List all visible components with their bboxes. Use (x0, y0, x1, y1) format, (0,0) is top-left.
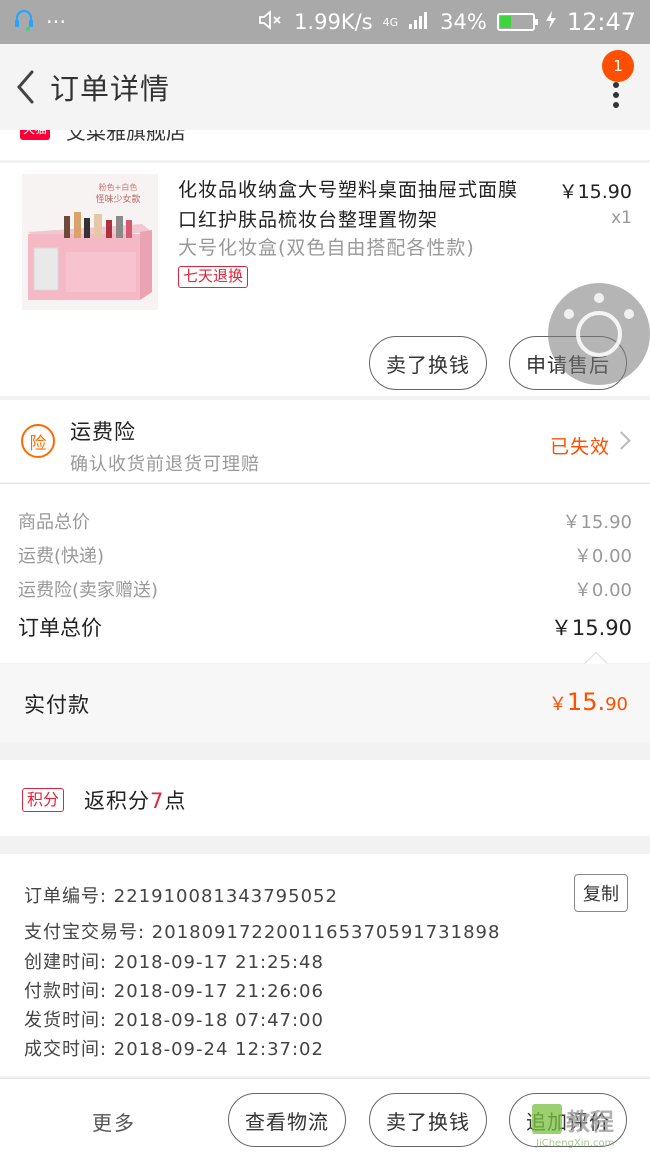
cost-value: ￥0.00 (573, 580, 632, 601)
headset-icon (14, 9, 34, 36)
network-type: 4G (382, 15, 399, 29)
completed-time: 成交时间: 2018-09-24 12:37:02 (24, 1039, 324, 1060)
watermark-text: 教程 (566, 1108, 614, 1136)
store-name[interactable]: 艾菜雅旗舰店 (66, 130, 186, 145)
insurance-icon: 险 (21, 424, 55, 458)
order-total-label: 订单总价 (18, 616, 102, 640)
shipped-time: 发货时间: 2018-09-18 07:47:00 (24, 1010, 324, 1031)
view-logistics-button[interactable]: 查看物流 (228, 1093, 346, 1147)
order-info-section: 订单编号: 221910081343795052 支付宝交易号: 2018091… (0, 854, 650, 1076)
product-thumbnail[interactable]: 粉色+白色 怪味少女款 (22, 174, 158, 310)
shipping-insurance-row[interactable]: 险 运费险 确认收货前退货可理赔 已失效 (0, 400, 650, 482)
return-policy-tag: 七天退换 (178, 266, 249, 288)
product-title[interactable]: 化妆品收纳盒大号塑料桌面抽屉式面膜口红护肤品梳妆台整理置物架 (178, 175, 518, 235)
paid-time: 付款时间: 2018-09-17 21:26:06 (24, 981, 324, 1002)
cost-row-shipping: 运费(快递) ￥0.00 (18, 542, 632, 568)
points-text: 返积分7点 (84, 789, 187, 813)
product-quantity: x1 (611, 208, 632, 228)
actual-payment-label: 实付款 (24, 693, 90, 717)
product-sku: 大号化妆盒(双色自由搭配各性款) (178, 237, 475, 259)
copy-button[interactable]: 复制 (574, 874, 628, 912)
mute-icon (258, 9, 284, 35)
battery-icon (496, 13, 538, 31)
svg-text:粉色+白色: 粉色+白色 (99, 182, 138, 192)
watermark-url: JiChengXin.com (536, 1138, 615, 1149)
cost-label: 运费险(卖家赠送) (18, 580, 159, 601)
network-speed: 1.99K/s (294, 10, 373, 34)
cost-value: ￥0.00 (573, 546, 632, 567)
points-tag: 积分 (22, 788, 65, 812)
site-watermark: 教程 JiChengXin.com (532, 1102, 650, 1152)
navigation-bar: 订单详情 1 (0, 44, 650, 130)
order-number: 订单编号: 221910081343795052 (24, 886, 338, 907)
insurance-title: 运费险 (70, 420, 136, 444)
alipay-trade-number: 支付宝交易号: 2018091722001165370591731898 (24, 922, 501, 943)
created-time: 创建时间: 2018-09-17 21:25:48 (24, 952, 324, 973)
more-link[interactable]: 更多 (92, 1107, 136, 1136)
cost-summary: 商品总价 ￥15.90 运费(快递) ￥0.00 运费险(卖家赠送) ￥0.00… (0, 483, 650, 675)
cost-row-total: 订单总价 ￥15.90 (18, 612, 632, 642)
cost-value: ￥15.90 (562, 512, 632, 533)
sell-for-cash-button[interactable]: 卖了换钱 (369, 336, 487, 390)
order-total-value: ￥15.90 (550, 616, 632, 640)
insurance-status: 已失效 (549, 436, 610, 458)
svg-text:怪味少女款: 怪味少女款 (95, 193, 140, 205)
sell-for-cash-button-bottom[interactable]: 卖了换钱 (369, 1093, 487, 1147)
back-chevron-icon[interactable] (0, 44, 50, 130)
points-reward-row: 积分 返积分7点 (0, 760, 650, 836)
cost-row-goods: 商品总价 ￥15.90 (18, 508, 632, 534)
clock: 12:47 (566, 8, 636, 36)
chevron-right-icon (612, 431, 631, 450)
cost-label: 商品总价 (18, 512, 90, 533)
page-title: 订单详情 (50, 72, 171, 106)
charging-icon (545, 10, 557, 35)
overflow-dots-icon: ··· (46, 10, 67, 34)
tmall-badge: 天猫 (20, 130, 50, 140)
signal-icon (408, 10, 430, 35)
insurance-subtitle: 确认收货前退货可理赔 (70, 454, 260, 475)
cost-label: 运费(快递) (18, 546, 105, 567)
floating-assistive-ball[interactable] (548, 283, 650, 385)
store-header[interactable]: 天猫 艾菜雅旗舰店 (0, 130, 650, 160)
actual-payment-amount: ￥15.90 (548, 688, 628, 716)
notification-badge[interactable]: 1 (602, 50, 634, 82)
product-card[interactable]: 粉色+白色 怪味少女款 化妆品收纳盒大号塑料桌面抽屉式面膜口红护肤品梳妆台整理置… (0, 163, 650, 396)
actual-payment-row: 实付款 ￥15.90 (0, 664, 650, 742)
product-price: ￥15.90 (558, 181, 632, 203)
cost-row-insurance: 运费险(卖家赠送) ￥0.00 (18, 576, 632, 602)
status-bar: ··· 1.99K/s 4G 34% 12:47 (0, 0, 650, 44)
battery-percent: 34% (440, 10, 487, 34)
watermark-logo-icon (532, 1104, 562, 1134)
more-vertical-icon[interactable] (612, 82, 620, 108)
